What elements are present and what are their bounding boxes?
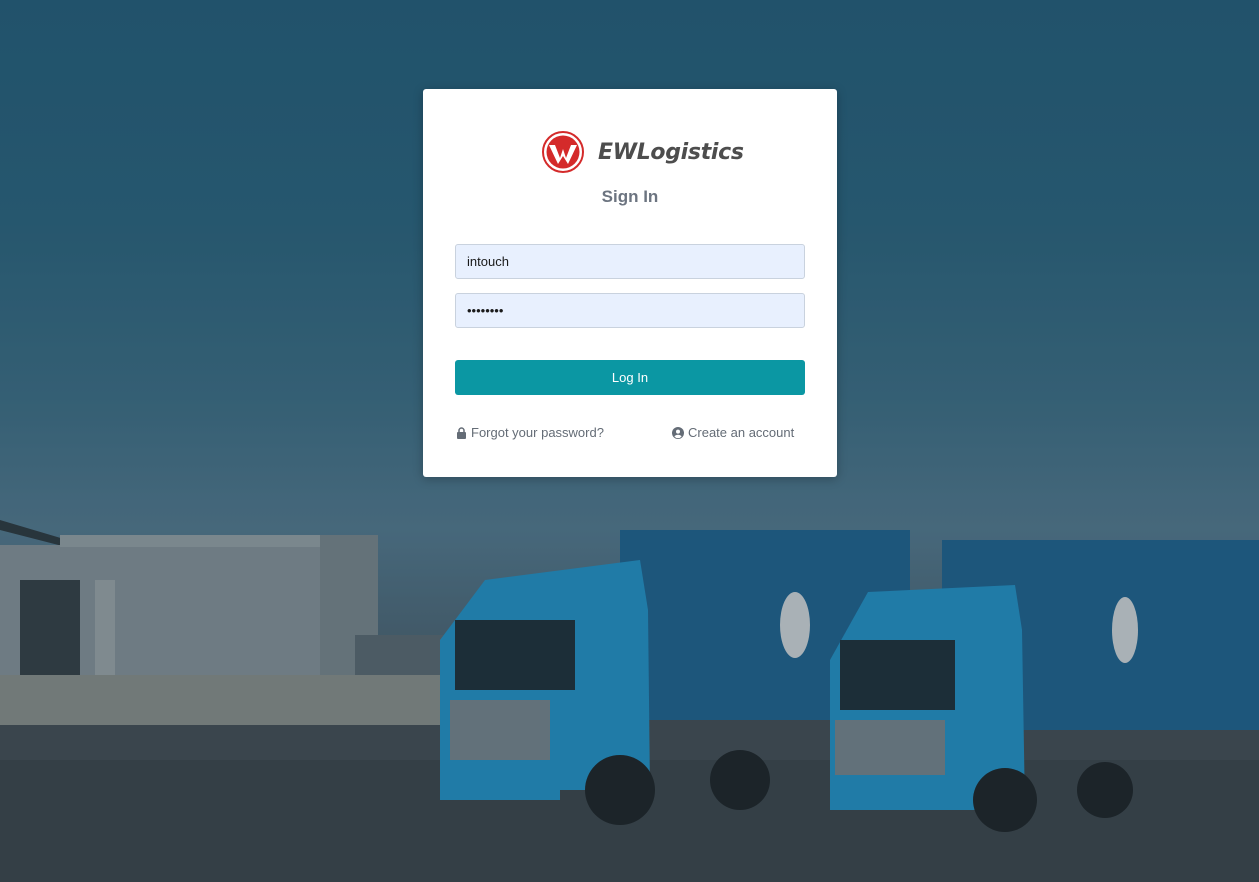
brand-header: EWLogistics [541,130,744,174]
login-card: EWLogistics Sign In Log In Forgot your p… [423,89,837,477]
forgot-password-link[interactable]: Forgot your password? [456,425,604,440]
login-button[interactable]: Log In [455,360,805,395]
password-input[interactable] [455,293,805,328]
create-account-label: Create an account [688,425,795,440]
username-input[interactable] [455,244,805,279]
user-circle-icon [672,426,684,439]
lock-icon [457,426,466,439]
company-logo-icon [542,131,584,173]
create-account-link[interactable]: Create an account [672,425,794,440]
page-title: Sign In [601,187,659,206]
forgot-password-label: Forgot your password? [471,425,604,440]
brand-name: EWLogistics [598,139,744,165]
